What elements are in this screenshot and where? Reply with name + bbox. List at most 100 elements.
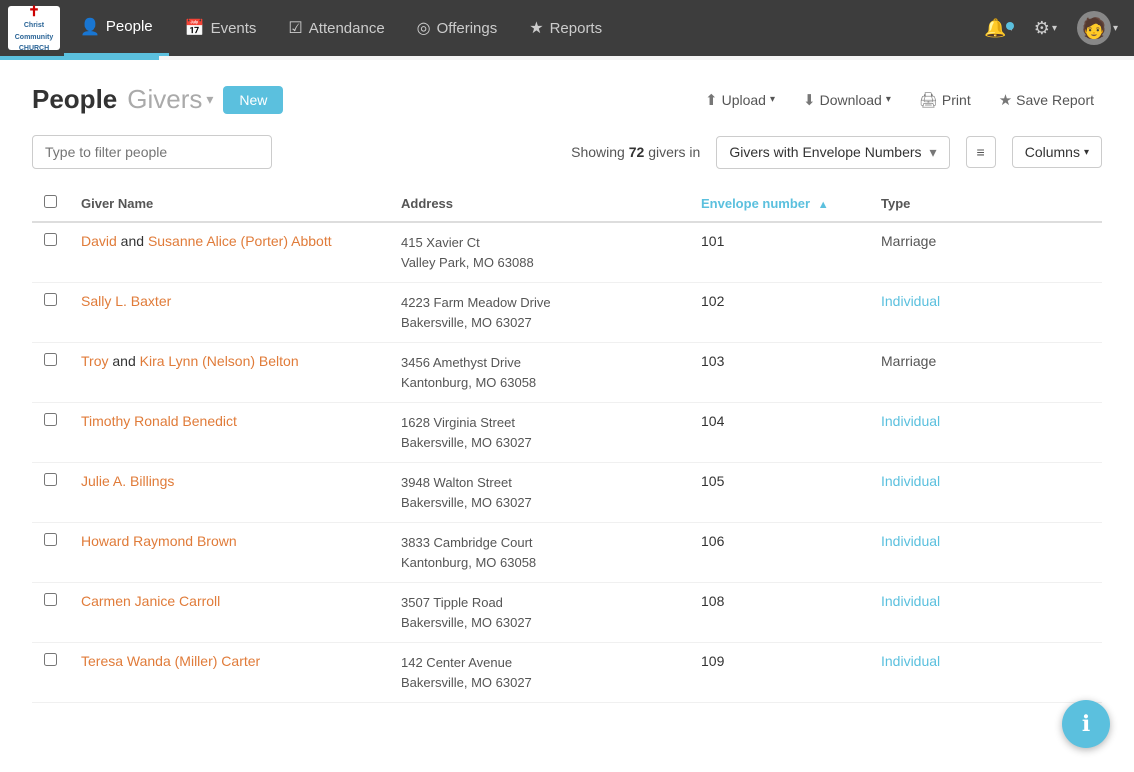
reports-icon: ★ (529, 18, 543, 38)
row-checkbox[interactable] (44, 353, 57, 366)
row-checkbox[interactable] (44, 413, 57, 426)
row-checkbox[interactable] (44, 533, 57, 546)
columns-button[interactable]: Columns ▾ (1012, 136, 1102, 168)
type-cell: Individual (869, 583, 1102, 643)
giver-name-link[interactable]: Teresa Wanda (Miller) Carter (81, 653, 260, 669)
giver-name-cell: David and Susanne Alice (Porter) Abbott (69, 222, 389, 283)
address-line2: Bakersville, MO 63027 (401, 673, 677, 693)
row-checkbox[interactable] (44, 473, 57, 486)
giver-name-cell: Timothy Ronald Benedict (69, 403, 389, 463)
address-line1: 415 Xavier Ct (401, 233, 677, 253)
filter-input[interactable] (32, 135, 272, 169)
table-row: Howard Raymond Brown3833 Cambridge Court… (32, 523, 1102, 583)
save-report-label: Save Report (1016, 92, 1094, 108)
group-dropdown[interactable]: Givers with Envelope Numbers ▾ (716, 136, 949, 169)
bell-icon: 🔔 (984, 18, 1006, 39)
giver-name-cell: Teresa Wanda (Miller) Carter (69, 643, 389, 703)
giver-name-cell: Howard Raymond Brown (69, 523, 389, 583)
notifications-button[interactable]: 🔔 ▾ (976, 12, 1021, 45)
settings-caret: ▾ (1052, 23, 1057, 34)
row-checkbox-cell (32, 403, 69, 463)
upload-button[interactable]: ⬆ Upload ▾ (697, 87, 783, 113)
print-button[interactable]: 🖨 Print (911, 87, 979, 113)
row-checkbox[interactable] (44, 293, 57, 306)
row-checkbox-cell (32, 343, 69, 403)
row-checkbox-cell (32, 283, 69, 343)
type-cell: Individual (869, 643, 1102, 703)
showing-prefix: Showing (571, 144, 625, 160)
giver-name-link[interactable]: Sally L. Baxter (81, 293, 171, 309)
nav-items: 👤 People 📅 Events ☑ Attendance ◎ Offerin… (64, 0, 976, 56)
new-button[interactable]: New (223, 86, 283, 114)
offerings-icon: ◎ (417, 18, 431, 38)
giver-name-link1[interactable]: Troy (81, 353, 108, 369)
envelope-number-cell: 101 (689, 222, 869, 283)
download-label: Download (820, 92, 882, 108)
info-icon: ℹ (1082, 711, 1090, 737)
giver-name-link[interactable]: Julie A. Billings (81, 473, 174, 489)
address-line2: Kantonburg, MO 63058 (401, 373, 677, 393)
giver-name-link[interactable]: Timothy Ronald Benedict (81, 413, 237, 429)
row-checkbox[interactable] (44, 653, 57, 666)
page-title-bold: People (32, 84, 117, 115)
table-row: David and Susanne Alice (Porter) Abbott 4… (32, 222, 1102, 283)
address-line1: 3948 Walton Street (401, 473, 677, 493)
page-title-sub: Givers (127, 84, 202, 115)
app-logo[interactable]: ✝ ChristCommunityCHURCH (8, 6, 60, 50)
nav-item-events[interactable]: 📅 Events (169, 0, 273, 56)
nav-item-people[interactable]: 👤 People (64, 0, 169, 56)
envelope-number-cell: 108 (689, 583, 869, 643)
name-connector: and (117, 233, 148, 249)
address-line2: Bakersville, MO 63027 (401, 493, 677, 513)
giver-name-cell: Julie A. Billings (69, 463, 389, 523)
address-line1: 3507 Tipple Road (401, 593, 677, 613)
notification-dot (1006, 22, 1014, 30)
col-address: Address (389, 185, 689, 222)
attendance-icon: ☑ (288, 18, 302, 38)
envelope-number-cell: 105 (689, 463, 869, 523)
address-line1: 142 Center Avenue (401, 653, 677, 673)
row-checkbox-cell (32, 583, 69, 643)
logo-text: ChristCommunityCHURCH (15, 22, 54, 52)
address-cell: 3507 Tipple RoadBakersville, MO 63027 (389, 583, 689, 643)
nav-item-reports[interactable]: ★ Reports (513, 0, 618, 56)
list-options-button[interactable]: ≡ (966, 136, 996, 168)
row-checkbox-cell (32, 523, 69, 583)
filter-row: Showing 72 givers in Givers with Envelop… (32, 135, 1102, 169)
giver-name-link1[interactable]: David (81, 233, 117, 249)
showing-suffix: givers in (648, 144, 700, 160)
address-cell: 142 Center AvenueBakersville, MO 63027 (389, 643, 689, 703)
giver-name-cell: Carmen Janice Carroll (69, 583, 389, 643)
givers-dropdown[interactable]: Givers ▾ (127, 84, 213, 115)
type-cell: Marriage (869, 343, 1102, 403)
giver-name-link2[interactable]: Kira Lynn (Nelson) Belton (140, 353, 299, 369)
info-fab-button[interactable]: ℹ (1062, 700, 1110, 748)
col-checkbox (32, 185, 69, 222)
nav-item-offerings[interactable]: ◎ Offerings (401, 0, 514, 56)
download-button[interactable]: ⬇ Download ▾ (795, 87, 899, 113)
user-avatar-button[interactable]: 🧑 ▾ (1069, 5, 1126, 51)
givers-table: Giver Name Address Envelope number ▲ Typ… (32, 185, 1102, 703)
gear-icon: ⚙ (1034, 18, 1050, 39)
row-checkbox[interactable] (44, 593, 57, 606)
address-cell: 3948 Walton StreetBakersville, MO 63027 (389, 463, 689, 523)
row-checkbox[interactable] (44, 233, 57, 246)
type-cell: Individual (869, 283, 1102, 343)
nav-label-people: People (106, 18, 153, 35)
settings-button[interactable]: ⚙ ▾ (1026, 12, 1065, 45)
givers-caret-icon: ▾ (206, 91, 213, 108)
list-icon: ≡ (977, 144, 985, 160)
address-cell: 4223 Farm Meadow DriveBakersville, MO 63… (389, 283, 689, 343)
col-envelope-number[interactable]: Envelope number ▲ (689, 185, 869, 222)
main-content: People Givers ▾ New ⬆ Upload ▾ ⬇ Downloa… (0, 60, 1134, 772)
row-checkbox-cell (32, 643, 69, 703)
giver-name-link[interactable]: Howard Raymond Brown (81, 533, 237, 549)
giver-name-link[interactable]: Carmen Janice Carroll (81, 593, 220, 609)
giver-name-cell: Troy and Kira Lynn (Nelson) Belton (69, 343, 389, 403)
upload-caret: ▾ (770, 94, 775, 105)
giver-name-link2[interactable]: Susanne Alice (Porter) Abbott (148, 233, 332, 249)
nav-item-attendance[interactable]: ☑ Attendance (272, 0, 400, 56)
table-row: Teresa Wanda (Miller) Carter 142 Center A… (32, 643, 1102, 703)
save-report-button[interactable]: ★ Save Report (991, 87, 1102, 113)
select-all-checkbox[interactable] (44, 195, 57, 208)
